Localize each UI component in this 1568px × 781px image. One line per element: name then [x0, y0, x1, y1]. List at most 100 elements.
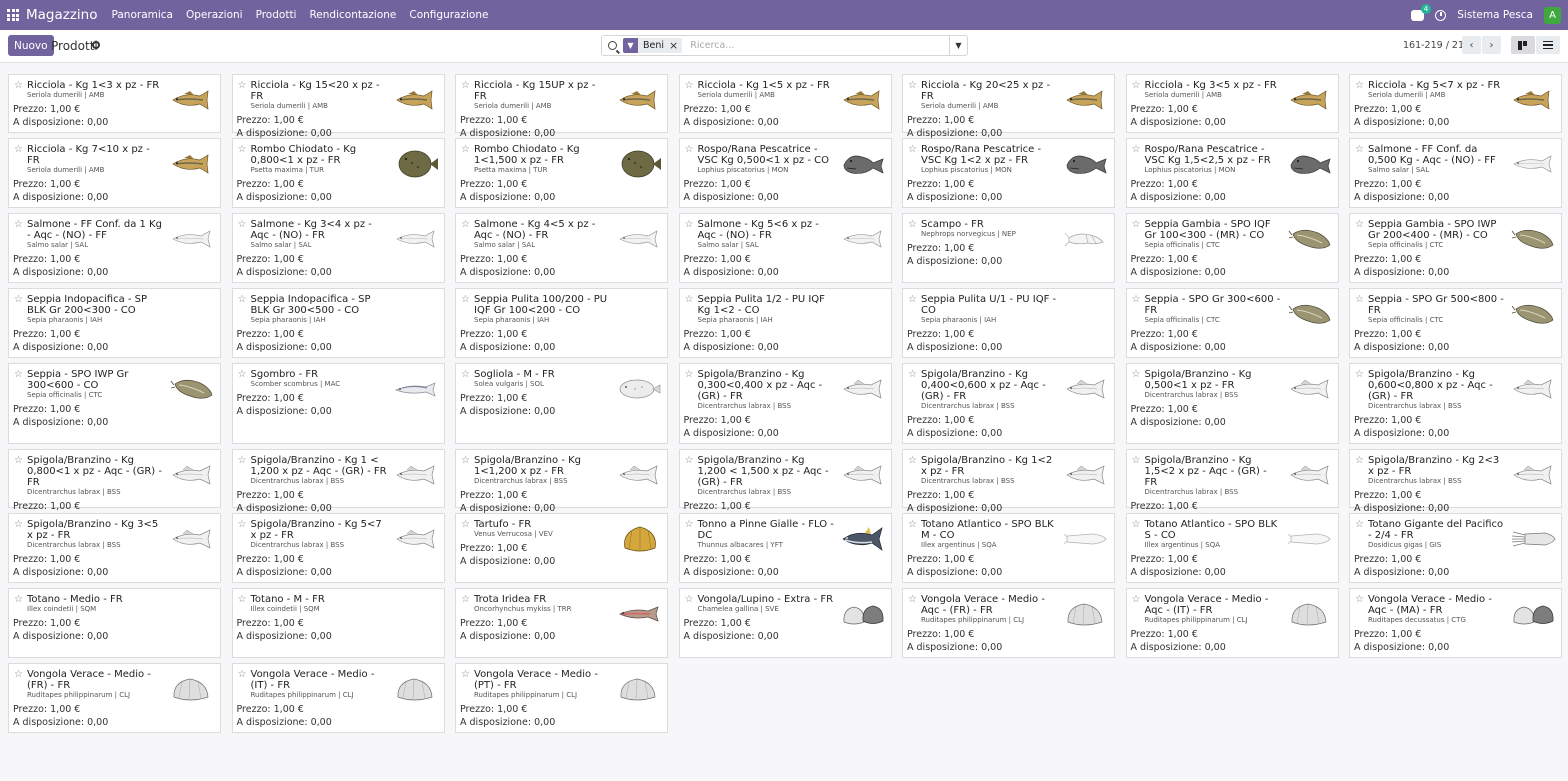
- favorite-star-icon[interactable]: ☆: [685, 219, 694, 230]
- product-card[interactable]: ☆ Ricciola - Kg 15UP x pz - FR Seriola dum…: [455, 74, 668, 139]
- product-card[interactable]: ☆ Ricciola - Kg 7<10 x pz - FR Seriola dum…: [8, 138, 221, 208]
- product-card[interactable]: ☆ Ricciola - Kg 1<3 x pz - FR Seriola dume…: [8, 74, 221, 133]
- favorite-star-icon[interactable]: ☆: [461, 80, 470, 91]
- favorite-star-icon[interactable]: ☆: [461, 669, 470, 680]
- product-card[interactable]: ☆ Spigola/Branzino - Kg 3<5 x pz - FR Dice…: [8, 513, 221, 583]
- product-card[interactable]: ☆ Salmone - Kg 3<4 x pz - Aqc - (NO) - FR…: [231, 213, 445, 283]
- list-view-button[interactable]: [1536, 36, 1560, 54]
- product-card[interactable]: ☆ Spigola/Branzino - Kg 0,400<0,600 x pz …: [902, 363, 1115, 444]
- favorite-star-icon[interactable]: ☆: [1355, 594, 1364, 605]
- product-card[interactable]: ☆ Trota Iridea FR Oncorhynchus mykiss | TR…: [455, 588, 668, 658]
- product-card[interactable]: ☆ Spigola/Branzino - Kg 1<2 x pz - FR Dice…: [902, 449, 1115, 514]
- company-switcher[interactable]: Sistema Pesca: [1457, 9, 1533, 21]
- favorite-star-icon[interactable]: ☆: [238, 80, 247, 91]
- product-card[interactable]: ☆ Vongola Verace - Medio - (PT) - FR Rudit…: [455, 663, 668, 733]
- product-card[interactable]: ☆ Spigola/Branzino - Kg 1,5<2 x pz - Aqc …: [1125, 449, 1339, 525]
- product-card[interactable]: ☆ Totano Gigante del Pacifico - 2/4 - FR D…: [1349, 513, 1562, 583]
- product-card[interactable]: ☆ Vongola Verace - Medio - (FR) - FR Rudit…: [8, 663, 221, 733]
- product-card[interactable]: ☆ Salmone - FF Conf. da 0,500 Kg - Aqc - …: [1349, 138, 1562, 208]
- favorite-star-icon[interactable]: ☆: [14, 144, 23, 155]
- app-name[interactable]: Magazzino: [26, 7, 98, 23]
- favorite-star-icon[interactable]: ☆: [238, 369, 247, 380]
- favorite-star-icon[interactable]: ☆: [685, 80, 694, 91]
- favorite-star-icon[interactable]: ☆: [14, 219, 23, 230]
- product-card[interactable]: ☆ Ricciola - Kg 15<20 x pz - FR Seriola du…: [231, 74, 445, 139]
- favorite-star-icon[interactable]: ☆: [461, 369, 470, 380]
- favorite-star-icon[interactable]: ☆: [908, 369, 917, 380]
- favorite-star-icon[interactable]: ☆: [908, 294, 917, 305]
- menu-item-operazioni[interactable]: Operazioni: [186, 9, 243, 21]
- favorite-star-icon[interactable]: ☆: [1355, 519, 1364, 530]
- search-options-toggle[interactable]: ▼: [949, 36, 967, 55]
- favorite-star-icon[interactable]: ☆: [908, 455, 917, 466]
- product-card[interactable]: ☆ Totano Atlantico - SPO BLK M - CO Illex …: [902, 513, 1115, 583]
- apps-menu-icon[interactable]: [7, 9, 19, 21]
- menu-item-rendicontazione[interactable]: Rendicontazione: [309, 9, 396, 21]
- product-card[interactable]: ☆ Vongola Verace - Medio - (IT) - FR Rudit…: [231, 663, 445, 733]
- pager-value[interactable]: 161-219 / 219: [1403, 40, 1470, 51]
- favorite-star-icon[interactable]: ☆: [908, 219, 917, 230]
- favorite-star-icon[interactable]: ☆: [238, 455, 247, 466]
- product-card[interactable]: ☆ Rospo/Rana Pescatrice - VSC Kg 0,500<1 …: [678, 138, 892, 208]
- menu-item-prodotti[interactable]: Prodotti: [256, 9, 297, 21]
- product-card[interactable]: ☆ Tonno a Pinne Gialle - FLO - DC Thunnus …: [678, 513, 892, 583]
- product-card[interactable]: ☆ Spigola/Branzino - Kg 1 < 1,200 x pz - …: [231, 449, 445, 514]
- favorite-star-icon[interactable]: ☆: [14, 80, 23, 91]
- favorite-star-icon[interactable]: ☆: [685, 144, 694, 155]
- search-input[interactable]: [690, 40, 949, 51]
- product-card[interactable]: ☆ Spigola/Branzino - Kg 0,500<1 x pz - FR…: [1125, 363, 1339, 444]
- product-card[interactable]: ☆ Tartufo - FR Venus Verrucosa | VEV Prezzo…: [455, 513, 668, 583]
- product-card[interactable]: ☆ Sgombro - FR Scomber scombrus | MAC Prezz…: [231, 363, 445, 444]
- user-avatar[interactable]: A: [1544, 6, 1561, 24]
- product-card[interactable]: ☆ Ricciola - Kg 5<7 x pz - FR Seriola dume…: [1349, 74, 1562, 133]
- favorite-star-icon[interactable]: ☆: [685, 519, 694, 530]
- activity-clock-icon[interactable]: [1435, 9, 1447, 21]
- favorite-star-icon[interactable]: ☆: [14, 519, 23, 530]
- product-card[interactable]: ☆ Spigola/Branzino - Kg 0,300<0,400 x pz …: [678, 363, 892, 444]
- product-card[interactable]: ☆ Spigola/Branzino - Kg 1,200 < 1,500 x p…: [678, 449, 892, 525]
- favorite-star-icon[interactable]: ☆: [685, 455, 694, 466]
- product-card[interactable]: ☆ Totano - Medio - FR Illex coindetii | SQ…: [8, 588, 221, 658]
- product-card[interactable]: ☆ Seppia Pulita U/1 - PU IQF - CO Sepia ph…: [902, 288, 1115, 358]
- favorite-star-icon[interactable]: ☆: [1355, 369, 1364, 380]
- facet-close-icon[interactable]: ×: [669, 39, 682, 52]
- favorite-star-icon[interactable]: ☆: [1132, 594, 1141, 605]
- product-card[interactable]: ☆ Spigola/Branzino - Kg 1<1,200 x pz - FR…: [455, 449, 668, 514]
- favorite-star-icon[interactable]: ☆: [1355, 219, 1364, 230]
- favorite-star-icon[interactable]: ☆: [238, 594, 247, 605]
- product-card[interactable]: ☆ Seppia Gambia - SPO IWP Gr 200<400 - (M…: [1349, 213, 1562, 283]
- favorite-star-icon[interactable]: ☆: [14, 594, 23, 605]
- favorite-star-icon[interactable]: ☆: [238, 219, 247, 230]
- product-card[interactable]: ☆ Seppia Pulita 100/200 - PU IQF Gr 100<2…: [455, 288, 668, 358]
- favorite-star-icon[interactable]: ☆: [238, 144, 247, 155]
- product-card[interactable]: ☆ Seppia Pulita 1/2 - PU IQF Kg 1<2 - CO S…: [678, 288, 892, 358]
- favorite-star-icon[interactable]: ☆: [685, 294, 694, 305]
- product-card[interactable]: ☆ Salmone - FF Conf. da 1 Kg - Aqc - (NO)…: [8, 213, 221, 283]
- product-card[interactable]: ☆ Spigola/Branzino - Kg 2<3 x pz - FR Dice…: [1349, 449, 1562, 514]
- favorite-star-icon[interactable]: ☆: [238, 669, 247, 680]
- favorite-star-icon[interactable]: ☆: [908, 519, 917, 530]
- product-card[interactable]: ☆ Totano - M - FR Illex coindetii | SQM Pre…: [231, 588, 445, 658]
- product-card[interactable]: ☆ Spigola/Branzino - Kg 5<7 x pz - FR Dice…: [231, 513, 445, 583]
- favorite-star-icon[interactable]: ☆: [1132, 219, 1141, 230]
- favorite-star-icon[interactable]: ☆: [461, 294, 470, 305]
- favorite-star-icon[interactable]: ☆: [1132, 144, 1141, 155]
- favorite-star-icon[interactable]: ☆: [238, 519, 247, 530]
- product-card[interactable]: ☆ Vongola Verace - Medio - Aqc - (MA) - F…: [1349, 588, 1562, 658]
- product-card[interactable]: ☆ Sogliola - M - FR Solea vulgaris | SOL Pr…: [455, 363, 668, 444]
- product-card[interactable]: ☆ Rospo/Rana Pescatrice - VSC Kg 1,5<2,5 …: [1125, 138, 1339, 208]
- favorite-star-icon[interactable]: ☆: [238, 294, 247, 305]
- favorite-star-icon[interactable]: ☆: [1132, 369, 1141, 380]
- favorite-star-icon[interactable]: ☆: [14, 455, 23, 466]
- favorite-star-icon[interactable]: ☆: [1132, 80, 1141, 91]
- favorite-star-icon[interactable]: ☆: [461, 144, 470, 155]
- favorite-star-icon[interactable]: ☆: [14, 294, 23, 305]
- product-card[interactable]: ☆ Seppia - SPO IWP Gr 300<600 - CO Sepia o…: [8, 363, 221, 444]
- product-card[interactable]: ☆ Salmone - Kg 5<6 x pz - Aqc - (NO) - FR…: [678, 213, 892, 283]
- favorite-star-icon[interactable]: ☆: [1132, 519, 1141, 530]
- product-card[interactable]: ☆ Spigola/Branzino - Kg 0,800<1 x pz - Aq…: [8, 449, 221, 525]
- favorite-star-icon[interactable]: ☆: [461, 219, 470, 230]
- product-card[interactable]: ☆ Totano Atlantico - SPO BLK S - CO Illex …: [1125, 513, 1339, 583]
- kanban-view-button[interactable]: [1511, 36, 1535, 54]
- favorite-star-icon[interactable]: ☆: [14, 369, 23, 380]
